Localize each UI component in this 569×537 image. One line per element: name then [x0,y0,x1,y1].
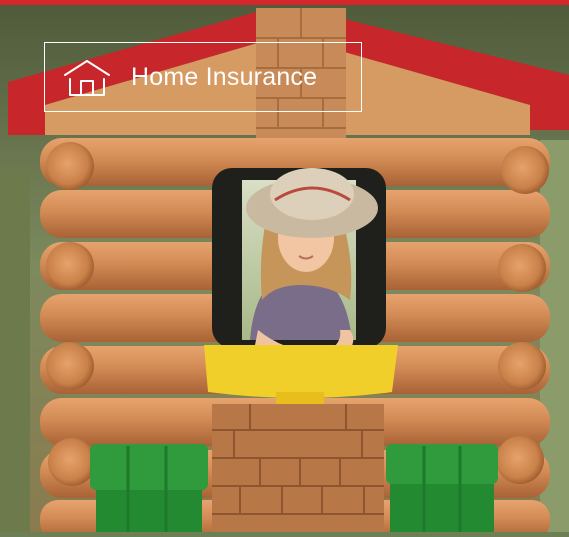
brick-base [212,404,384,532]
badge-label: Home Insurance [131,63,318,91]
accent-stripe [0,0,569,5]
home-insurance-badge[interactable]: Home Insurance [44,42,362,112]
green-shutter-left [90,444,208,532]
green-shutter-right [386,444,498,532]
house-outline-icon [64,60,110,96]
